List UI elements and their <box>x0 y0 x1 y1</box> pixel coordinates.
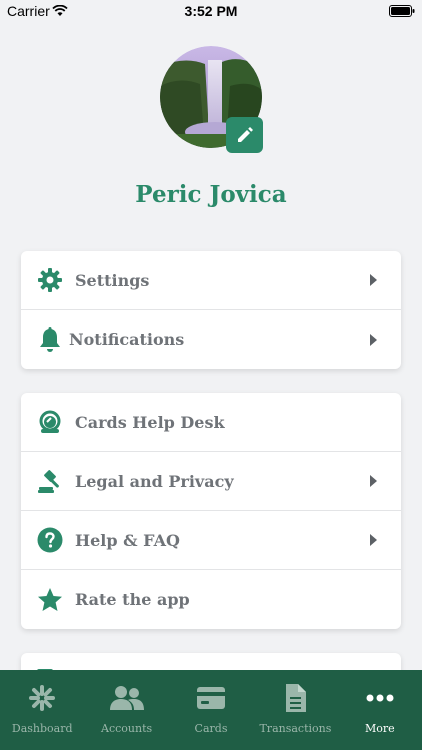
menu-item-label: Cards Help Desk <box>75 412 225 432</box>
more-icon <box>366 684 394 712</box>
chevron-right-icon <box>370 534 377 546</box>
tab-more[interactable]: More <box>338 670 422 750</box>
dashboard-icon <box>28 684 56 712</box>
menu-item-notifications[interactable]: Notifications <box>21 310 401 369</box>
tab-dashboard[interactable]: Dashboard <box>0 670 84 750</box>
question-icon <box>37 527 63 553</box>
card-icon <box>197 684 226 712</box>
menu-item-help-faq[interactable]: Help & FAQ <box>21 511 401 570</box>
tab-label: More <box>365 722 395 735</box>
menu-item-legal-privacy[interactable]: Legal and Privacy <box>21 452 401 511</box>
headset-icon <box>37 409 63 435</box>
tab-cards[interactable]: Cards <box>169 670 253 750</box>
menu-item-label: Help & FAQ <box>75 530 180 550</box>
accounts-icon <box>109 684 144 712</box>
settings-card: Settings Notifications <box>21 251 401 369</box>
battery-icon <box>389 4 415 20</box>
transactions-icon <box>284 684 307 712</box>
bell-icon <box>37 326 63 353</box>
menu-item-label: Rate the app <box>75 590 190 609</box>
status-bar: Carrier 3:52 PM <box>0 0 422 22</box>
gavel-icon <box>37 468 63 494</box>
chevron-right-icon <box>370 475 377 487</box>
tab-transactions[interactable]: Transactions <box>253 670 337 750</box>
menu-item-rate-app[interactable]: Rate the app <box>21 570 401 629</box>
menu-item-label: Notifications <box>69 330 185 349</box>
chevron-right-icon <box>370 333 377 346</box>
chevron-right-icon <box>370 274 377 286</box>
support-card: Cards Help Desk Legal and Privacy Help &… <box>21 393 401 629</box>
tab-label: Dashboard <box>11 722 73 735</box>
edit-avatar-button[interactable] <box>226 117 263 153</box>
status-time: 3:52 PM <box>184 3 238 19</box>
avatar-container <box>160 46 263 153</box>
tab-label: Transactions <box>259 722 332 735</box>
menu-item-label: Settings <box>75 270 150 290</box>
tab-label: Accounts <box>101 722 153 735</box>
menu-item-cards-help-desk[interactable]: Cards Help Desk <box>21 393 401 452</box>
menu-item-settings[interactable]: Settings <box>21 251 401 310</box>
pencil-icon <box>237 127 253 142</box>
tab-label: Cards <box>194 722 228 735</box>
menu-item-label: Legal and Privacy <box>75 471 234 491</box>
tab-accounts[interactable]: Accounts <box>84 670 168 750</box>
gear-icon <box>37 267 63 293</box>
star-icon <box>37 587 63 613</box>
profile-name: Peric Jovica <box>135 181 287 208</box>
tab-bar: Dashboard Accounts Cards Transactions Mo… <box>0 670 422 750</box>
